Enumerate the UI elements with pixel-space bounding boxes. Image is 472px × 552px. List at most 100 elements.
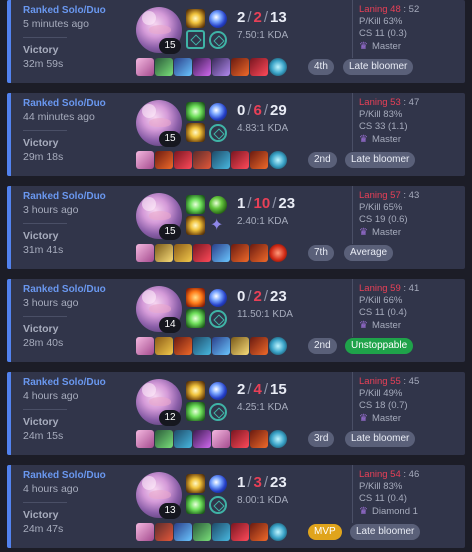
time-ago: 4 hours ago [23, 390, 79, 402]
match-card[interactable]: Ranked Solo/Duo 5 minutes ago Victory 32… [7, 0, 465, 83]
item-icon[interactable] [212, 430, 230, 448]
match-card[interactable]: Ranked Solo/Duo 44 minutes ago Victory 2… [7, 93, 465, 176]
performance-tag: Late bloomer [343, 59, 414, 75]
summoner-spell-flash-icon[interactable] [186, 216, 205, 235]
item-icon[interactable] [174, 337, 192, 355]
item-icon[interactable] [231, 523, 249, 541]
summoner-spell-heal-icon[interactable] [186, 195, 205, 214]
item-icon[interactable] [250, 523, 268, 541]
summoner-spell-flash-icon[interactable] [186, 9, 205, 28]
laning-label: Laning 55 [359, 376, 401, 387]
item-icon[interactable] [136, 244, 154, 262]
item-icon[interactable] [212, 151, 230, 169]
summoner-spell-heal-icon[interactable] [186, 402, 205, 421]
item-icon[interactable] [212, 523, 230, 541]
item-icon[interactable] [231, 337, 249, 355]
keystone-rune-icon[interactable] [209, 10, 227, 28]
performance-stats: Laning 59 : 41 P/Kill 66% CS 11 (0.4) ♛ M… [352, 279, 464, 337]
item-icon[interactable] [155, 151, 173, 169]
item-icon[interactable] [193, 244, 211, 262]
item-icon[interactable] [231, 430, 249, 448]
summoner-spell-ignite-icon[interactable] [186, 288, 205, 307]
item-icon[interactable] [250, 244, 268, 262]
item-icon[interactable] [136, 151, 154, 169]
kills: 1 [237, 195, 246, 212]
item-icon[interactable] [155, 244, 173, 262]
match-duration: 28m 40s [23, 337, 64, 349]
item-icon[interactable] [174, 523, 192, 541]
item-icon[interactable] [155, 58, 173, 76]
kda-ratio: 7.50:1 KDA [237, 30, 289, 41]
item-icon[interactable] [174, 58, 192, 76]
item-icon[interactable] [155, 430, 173, 448]
item-icon[interactable] [193, 523, 211, 541]
item-icon[interactable] [136, 337, 154, 355]
item-icon[interactable] [174, 151, 192, 169]
match-card[interactable]: Ranked Solo/Duo 4 hours ago Victory 24m … [7, 465, 465, 548]
placement-badge: 2nd [308, 338, 337, 354]
keystone-rune-icon[interactable] [209, 289, 227, 307]
secondary-rune-icon[interactable] [209, 215, 227, 235]
secondary-rune-icon[interactable] [209, 31, 227, 49]
match-card[interactable]: Ranked Solo/Duo 3 hours ago Victory 28m … [7, 279, 465, 362]
laning-enemy: 47 [408, 97, 420, 108]
performance-stats: Laning 54 : 46 P/Kill 83% CS 11 (0.4) ♛ D… [352, 465, 464, 523]
summoner-spell-flash-icon[interactable] [186, 381, 205, 400]
item-icon[interactable] [250, 58, 268, 76]
item-icon[interactable] [250, 337, 268, 355]
trinket-icon[interactable] [269, 430, 287, 448]
item-icon[interactable] [231, 151, 249, 169]
tier-emblem-icon: ♛ [359, 413, 368, 424]
secondary-rune-icon[interactable] [209, 496, 227, 514]
item-icon[interactable] [155, 523, 173, 541]
item-icon[interactable] [193, 430, 211, 448]
summoner-spell-icon[interactable] [186, 30, 205, 49]
keystone-rune-icon[interactable] [209, 196, 227, 214]
trinket-icon[interactable] [269, 151, 287, 169]
item-icon[interactable] [193, 337, 211, 355]
laning-label: Laning 59 [359, 283, 401, 294]
summoner-spell-flash-icon[interactable] [186, 474, 205, 493]
item-icon[interactable] [193, 151, 211, 169]
item-icon[interactable] [155, 337, 173, 355]
trinket-icon[interactable] [269, 244, 287, 262]
kda-score: 0/2/23 [237, 288, 287, 305]
keystone-rune-icon[interactable] [209, 103, 227, 121]
secondary-rune-icon[interactable] [209, 124, 227, 142]
match-duration: 24m 15s [23, 430, 64, 442]
item-icon[interactable] [174, 244, 192, 262]
item-icon[interactable] [212, 244, 230, 262]
item-icon[interactable] [212, 58, 230, 76]
summoner-spell-flash-icon[interactable] [186, 123, 205, 142]
tier-label: Master [371, 41, 402, 52]
match-card[interactable]: Ranked Solo/Duo 3 hours ago Victory 31m … [7, 186, 465, 269]
trinket-icon[interactable] [269, 58, 287, 76]
item-icon[interactable] [231, 244, 249, 262]
item-icon[interactable] [212, 337, 230, 355]
item-icon[interactable] [174, 430, 192, 448]
trinket-icon[interactable] [269, 523, 287, 541]
item-icon[interactable] [136, 430, 154, 448]
item-icon[interactable] [136, 523, 154, 541]
deaths: 6 [253, 102, 262, 119]
deaths: 4 [253, 381, 262, 398]
summoner-spell-heal-icon[interactable] [186, 495, 205, 514]
item-icon[interactable] [136, 58, 154, 76]
tier-label: Master [371, 320, 402, 331]
item-icon[interactable] [231, 58, 249, 76]
laning-enemy: 46 [408, 469, 420, 480]
keystone-rune-icon[interactable] [209, 382, 227, 400]
keystone-rune-icon[interactable] [209, 475, 227, 493]
deaths: 3 [253, 474, 262, 491]
item-icon[interactable] [250, 430, 268, 448]
summoner-spell-heal-icon[interactable] [186, 102, 205, 121]
trinket-icon[interactable] [269, 337, 287, 355]
match-card[interactable]: Ranked Solo/Duo 4 hours ago Victory 24m … [7, 372, 465, 455]
laning-label: Laning 53 [359, 97, 401, 108]
kda-score: 2/4/15 [237, 381, 287, 398]
item-icon[interactable] [250, 151, 268, 169]
summoner-spell-heal-icon[interactable] [186, 309, 205, 328]
secondary-rune-icon[interactable] [209, 403, 227, 421]
item-icon[interactable] [193, 58, 211, 76]
secondary-rune-icon[interactable] [209, 310, 227, 328]
